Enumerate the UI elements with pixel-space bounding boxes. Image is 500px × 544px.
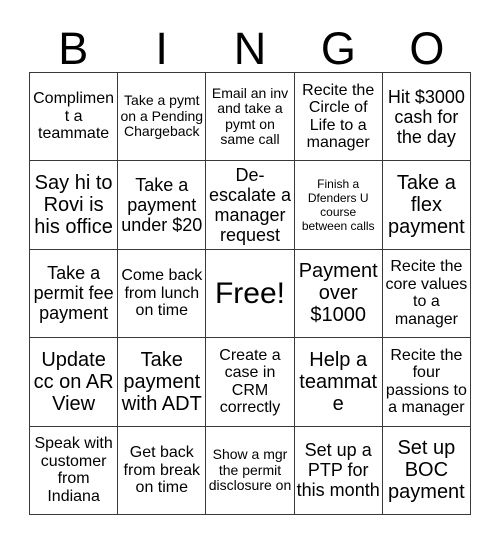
bingo-cell[interactable]: Take a payment under $20 (118, 161, 207, 250)
bingo-cell[interactable]: Payment over $1000 (294, 249, 383, 339)
bingo-header-letter-n-text: N (233, 23, 267, 74)
bingo-cell[interactable]: Get back from break on time (118, 426, 207, 515)
bingo-grid: Compliment a teammate Take a pymt on a P… (29, 72, 471, 515)
bingo-cell-text: Email an inv and take a pymt on same cal… (211, 84, 289, 148)
bingo-header-letter-g: G (294, 16, 382, 72)
bingo-cell[interactable]: Take a flex payment (382, 161, 471, 250)
bingo-cell[interactable]: Set up BOC payment (382, 426, 471, 515)
bingo-cell-text: Take a pymt on a Pending Chargeback (120, 92, 204, 140)
bingo-cell[interactable]: Help a teammate (294, 338, 383, 427)
bingo-cell[interactable]: Recite the core values to a manager (382, 249, 471, 339)
bingo-header-letter-g-text: G (320, 23, 356, 74)
bingo-cell-text: Recite the core values to a manager (385, 258, 468, 328)
bingo-cell-text: Come back from lunch on time (121, 267, 203, 320)
bingo-header-letter-b: B (29, 16, 117, 72)
bingo-cell-text: Create a case in CRM correctly (219, 346, 281, 417)
bingo-header-letter-n: N (206, 16, 294, 72)
bingo-cell[interactable]: Show a mgr the permit disclosure on (206, 426, 295, 515)
bingo-cell[interactable]: Recite the four passions to a manager (382, 338, 471, 427)
bingo-cell[interactable]: Finish a Dfenders U course between calls (294, 161, 383, 250)
bingo-cell[interactable]: Set up a PTP for this month (294, 426, 383, 515)
bingo-cell[interactable]: Say hi to Rovi is his office (30, 161, 119, 250)
bingo-header-letter-i: I (117, 16, 205, 72)
bingo-cell[interactable]: Recite the Circle of Life to a manager (294, 73, 383, 162)
bingo-cell-text: Payment over $1000 (298, 260, 378, 327)
bingo-header-letter-b-text: B (58, 23, 89, 74)
bingo-free-space[interactable]: Free! (206, 249, 295, 339)
bingo-cell-text: Get back from break on time (123, 444, 201, 497)
bingo-cell-text: Recite the four passions to a manager (385, 346, 467, 417)
bingo-cell-text: Take a flex payment (388, 172, 465, 239)
bingo-cell[interactable]: Create a case in CRM correctly (206, 338, 295, 427)
bingo-cell[interactable]: Speak with customer from Indiana (30, 426, 119, 515)
bingo-cell-text: Compliment a teammate (33, 90, 115, 143)
bingo-cell-text: Speak with customer from Indiana (34, 435, 113, 505)
bingo-cell-text: Take a permit fee payment (33, 263, 114, 324)
bingo-cell-text: Take payment with ADT (121, 348, 202, 415)
bingo-cell-text: Hit $3000 cash for the day (387, 86, 465, 147)
bingo-header-letter-i-text: I (155, 23, 168, 74)
bingo-cell[interactable]: De-escalate a manager request (206, 161, 295, 250)
bingo-free-space-text: Free! (214, 276, 285, 310)
bingo-cell-text: De-escalate a manager request (208, 165, 292, 246)
bingo-cell-text: Say hi to Rovi is his office (34, 172, 113, 239)
bingo-cell-text: Recite the Circle of Life to a manager (302, 81, 375, 152)
bingo-cell[interactable]: Email an inv and take a pymt on same cal… (206, 73, 295, 162)
bingo-cell[interactable]: Compliment a teammate (30, 73, 119, 162)
bingo-cell[interactable]: Take a pymt on a Pending Chargeback (118, 73, 207, 162)
bingo-cell-text: Take a payment under $20 (121, 175, 203, 236)
bingo-cell[interactable]: Hit $3000 cash for the day (382, 73, 471, 162)
bingo-cell[interactable]: Take a permit fee payment (30, 249, 119, 339)
bingo-card: B I N G O Compliment a teammate Take a p… (0, 0, 500, 544)
bingo-header-letter-o-text: O (409, 23, 445, 74)
bingo-cell-text: Set up a PTP for this month (296, 440, 380, 501)
bingo-cell-text: Help a teammate (299, 348, 378, 415)
bingo-cell-text: Update cc on AR View (33, 348, 114, 415)
bingo-cell[interactable]: Come back from lunch on time (118, 249, 207, 339)
bingo-cell[interactable]: Take payment with ADT (118, 338, 207, 427)
bingo-header-row: B I N G O (29, 16, 471, 72)
bingo-cell[interactable]: Update cc on AR View (30, 338, 119, 427)
bingo-cell-text: Finish a Dfenders U course between calls (301, 177, 375, 234)
bingo-header-letter-o: O (383, 16, 471, 72)
bingo-cell-text: Set up BOC payment (388, 437, 465, 504)
bingo-cell-text: Show a mgr the permit disclosure on (208, 446, 292, 494)
